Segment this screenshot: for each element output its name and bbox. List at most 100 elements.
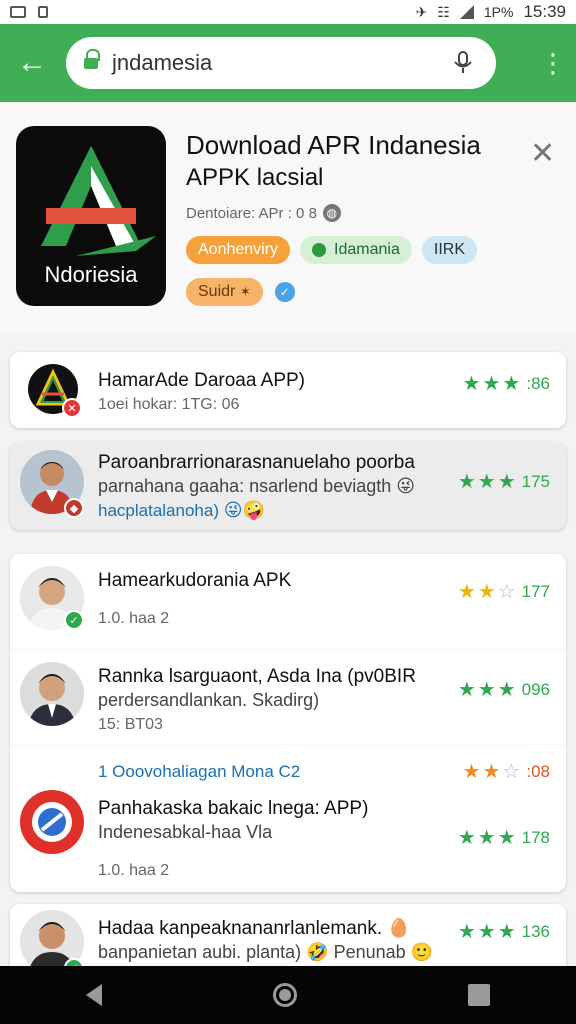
shield-icon: ◆	[64, 498, 84, 518]
app-meta: Dentoiare: APr : 0 8 ◍	[186, 204, 341, 222]
system-nav-bar	[0, 966, 576, 1024]
star-icon: ★	[462, 761, 481, 783]
rating-value: :86	[526, 374, 550, 393]
battery-text: 1P%	[483, 4, 514, 20]
star-icon: ★	[482, 761, 501, 783]
sparkle-icon: ✶	[239, 284, 251, 299]
lock-icon	[84, 49, 100, 71]
item-subtitle: 1oei hokar: 1TG: 06	[98, 396, 240, 413]
cell-signal-icon	[459, 5, 474, 19]
app-icon[interactable]: Ndoriesia	[16, 126, 166, 306]
item-title: Panhakaska bakaic lnega: APP)	[98, 798, 369, 819]
star-icon: ★	[497, 827, 516, 849]
smile-emoji-icon: 😜	[396, 476, 416, 496]
rating: ★ ★ ★ 096	[458, 680, 550, 700]
item-title: Paroanbrarrionarasnanuelaho poorba	[98, 452, 415, 473]
star-icon: ★	[477, 921, 496, 943]
app-title: Download APR Indanesia	[186, 130, 481, 160]
list-item[interactable]: ◆ Paroanbrarrionarasnanuelaho poorba par…	[10, 442, 566, 530]
star-icon: ★	[482, 373, 501, 395]
rating: ★ ★ ★ :86	[463, 374, 550, 394]
list-item[interactable]: Rannka lsarguaont, Asda Ina (pv0BIR perd…	[10, 650, 566, 746]
chip-suidr-label: Suidr	[198, 283, 236, 300]
rating-number: 178	[521, 828, 550, 847]
star-icon: ★	[477, 471, 496, 493]
item-description: parnahana gaaha: nsarlend beviagth 😜	[98, 476, 415, 497]
item-description-extra: Penunab	[333, 942, 406, 962]
item-title: HamarAde Daroaa APP)	[98, 370, 305, 391]
badge-icon: ✓	[64, 610, 84, 630]
verified-icon: ✓	[274, 282, 295, 302]
star-icon: ★	[457, 827, 476, 849]
star-icon: ★	[457, 921, 476, 943]
rating: ★ ★ ☆ :08	[463, 762, 550, 782]
star-icon: ★	[462, 373, 481, 395]
chip-tag-3[interactable]: IIRK	[421, 236, 477, 264]
back-arrow-icon[interactable]: ←	[12, 43, 52, 83]
star-icon: ★	[457, 679, 476, 701]
chip-suidr[interactable]: Suidr ✶	[186, 278, 263, 306]
signal-icon: ☷	[437, 3, 450, 20]
nav-recents-icon[interactable]	[468, 984, 491, 1006]
star-empty-icon: ☆	[497, 581, 516, 603]
app-icon-brand: Ndoriesia	[44, 262, 138, 287]
list-item[interactable]: 1 Ooovohaliagan Mona C2 ★ ★ ☆ :08 Panhakas…	[10, 746, 566, 892]
badge-icon: ✕	[62, 398, 82, 418]
url-text[interactable]: jndamesia	[112, 50, 448, 76]
overflow-menu-icon[interactable]: ⋮	[540, 48, 566, 79]
wink-emoji-icon: 😜🤪	[223, 500, 265, 520]
app-subtitle: APPK lacsial	[186, 164, 324, 191]
rating: ★ ★ ★ 136	[458, 922, 550, 942]
star-icon: ★	[457, 581, 476, 603]
item-description: Indenesabkal-haa Vla	[98, 822, 273, 842]
mic-icon[interactable]	[448, 48, 478, 78]
star-icon: ★	[497, 471, 516, 493]
notification-icon	[38, 6, 48, 18]
rating-number: 136	[521, 922, 550, 941]
star-empty-icon: ☆	[502, 761, 521, 783]
item-title: Hadaa kanpeaknananrlanlemank. 🥚	[98, 918, 410, 940]
clock: 15:39	[523, 2, 566, 21]
rating-number: 177	[521, 582, 550, 601]
nav-back-icon[interactable]	[85, 984, 102, 1006]
app-meta-text: Dentoiare: APr : 0 8	[186, 204, 317, 222]
browser-toolbar: ← jndamesia ⋮	[0, 24, 576, 102]
app-header: Ndoriesia Download APR Indanesia APPK la…	[0, 102, 576, 332]
rating: ★ ★ ★ 175	[458, 472, 550, 492]
tag-chips-2: Suidr ✶ ✓	[186, 278, 295, 306]
chip-tag-1[interactable]: Aonhenviry	[186, 236, 291, 264]
list-item[interactable]: ✓ Hadaa kanpeaknananrlanlemank. 🥚 banpan…	[10, 904, 566, 978]
star-icon: ★	[457, 471, 476, 493]
item-title-text: Hadaa kanpeaknananrlanlemank.	[98, 918, 383, 939]
rating-number: :08	[526, 762, 550, 781]
star-icon: ★	[477, 827, 496, 849]
url-bar[interactable]: jndamesia	[66, 37, 496, 89]
item-version: 15: BT03	[98, 716, 163, 733]
item-version: 1.0. haa 2	[98, 862, 170, 879]
item-description-text: banpanietan aubi. planta)	[98, 942, 302, 962]
item-version: 1.0. haa 2	[98, 610, 170, 627]
wifi-icon: ✈	[415, 3, 428, 20]
close-icon[interactable]: ✕	[530, 136, 555, 171]
list-item[interactable]: ✕ HamarAde Daroaa APP) 1oei hokar: 1TG: …	[10, 352, 566, 428]
item-link[interactable]: 1 Ooovohaliagan Mona C2	[98, 762, 300, 782]
star-icon: ★	[502, 373, 521, 395]
item-link[interactable]: hacplatalanoha) 😜🤪	[98, 500, 265, 521]
item-description: perdersandlankan. Skadirg)	[98, 690, 320, 710]
screen-icon	[10, 6, 26, 18]
laugh-emoji-icon: 🤣	[306, 942, 329, 962]
chip-tag-2[interactable]: Idamania	[300, 236, 412, 264]
item-title: Hamearkudorania APK	[98, 570, 292, 591]
status-bar: ✈ ☷ 1P% 15:39	[0, 0, 576, 24]
avatar	[20, 662, 84, 726]
item-description: banpanietan aubi. planta) 🤣 Penunab 🙂	[98, 942, 433, 963]
globe-icon: ◍	[322, 204, 341, 222]
rating-number: 175	[521, 472, 550, 491]
list-item[interactable]: ✓ Hamearkudorania APK 1.0. haa 2 ★ ★ ☆ 177	[10, 554, 566, 650]
rating-number: 86	[531, 374, 550, 393]
item-title: Rannka lsarguaont, Asda Ina (pv0BIR	[98, 666, 416, 687]
nav-home-icon[interactable]	[272, 983, 297, 1007]
star-icon: ★	[497, 679, 516, 701]
star-icon: ★	[477, 581, 496, 603]
item-link-text: hacplatalanoha)	[98, 501, 219, 520]
